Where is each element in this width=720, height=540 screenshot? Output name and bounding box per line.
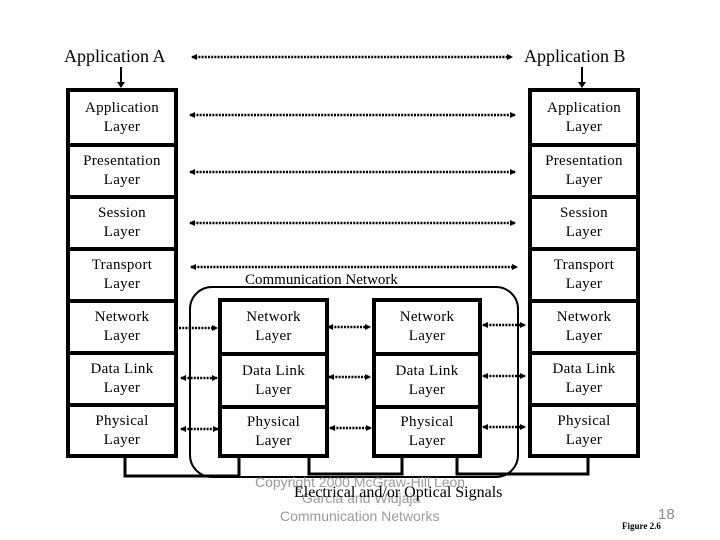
layer-suffix: Layer [255,381,292,398]
wire-router-1-to-router-2 [307,458,404,476]
router-2-network-layer: Network Layer [376,302,478,352]
router-2-physical-layer: Physical Layer [376,405,478,454]
layer-name: Data Link [241,362,306,379]
wire-host-a-to-router-1 [123,458,241,478]
wire-router-2-to-host-b [455,458,590,476]
layer-suffix: Layer [408,381,446,398]
layer-suffix: Layer [408,432,446,449]
router-1-network-layer: Network Layer [222,302,325,352]
diagram-lines [117,54,590,478]
router-1-physical-layer: Physical Layer [222,405,325,454]
copyright-line-3: Communication Networks [280,508,440,524]
layer-name: Physical [246,413,301,430]
router-2-stack: Network Layer Data Link Layer Physical L… [372,298,482,458]
figure-label: Figure 2.6 [622,521,661,531]
layer-name: Network [246,309,301,325]
router-2-data-link-layer: Data Link Layer [376,352,478,405]
router-1-stack: Network Layer Data Link Layer Physical L… [218,298,329,458]
communication-network-label: Communication Network [245,272,398,288]
layer-name: Physical [400,413,454,430]
app-b-down-arrow [578,67,586,88]
layer-name: Network [399,309,455,325]
router-1-data-link-layer: Data Link Layer [222,352,325,405]
layer-suffix: Layer [255,328,292,344]
layer-suffix: Layer [408,328,446,344]
app-a-down-arrow [117,67,125,88]
layer-suffix: Layer [255,432,292,449]
layer-name: Data Link [395,362,459,379]
signals-label: Electrical and/or Optical Signals [294,484,503,501]
